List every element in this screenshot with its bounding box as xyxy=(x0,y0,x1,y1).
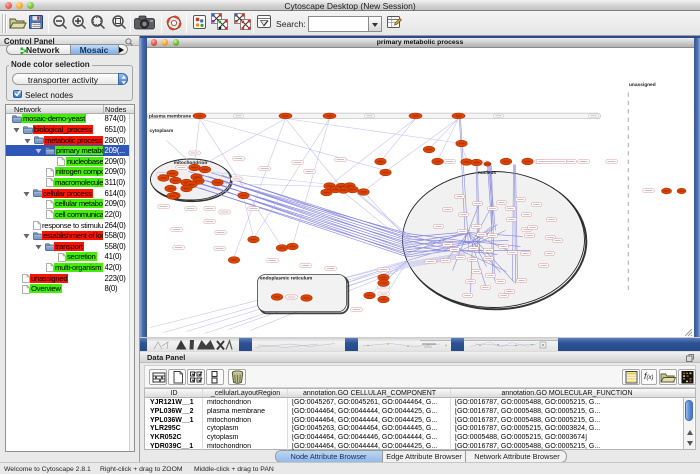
svg-text:plasma membrane: plasma membrane xyxy=(149,113,191,119)
svg-text:nucleus: nucleus xyxy=(477,170,495,176)
svg-text:cytoplasm: cytoplasm xyxy=(149,128,173,134)
svg-text:unassigned: unassigned xyxy=(629,82,656,88)
svg-text:endoplasmic reticulum: endoplasmic reticulum xyxy=(260,275,312,281)
